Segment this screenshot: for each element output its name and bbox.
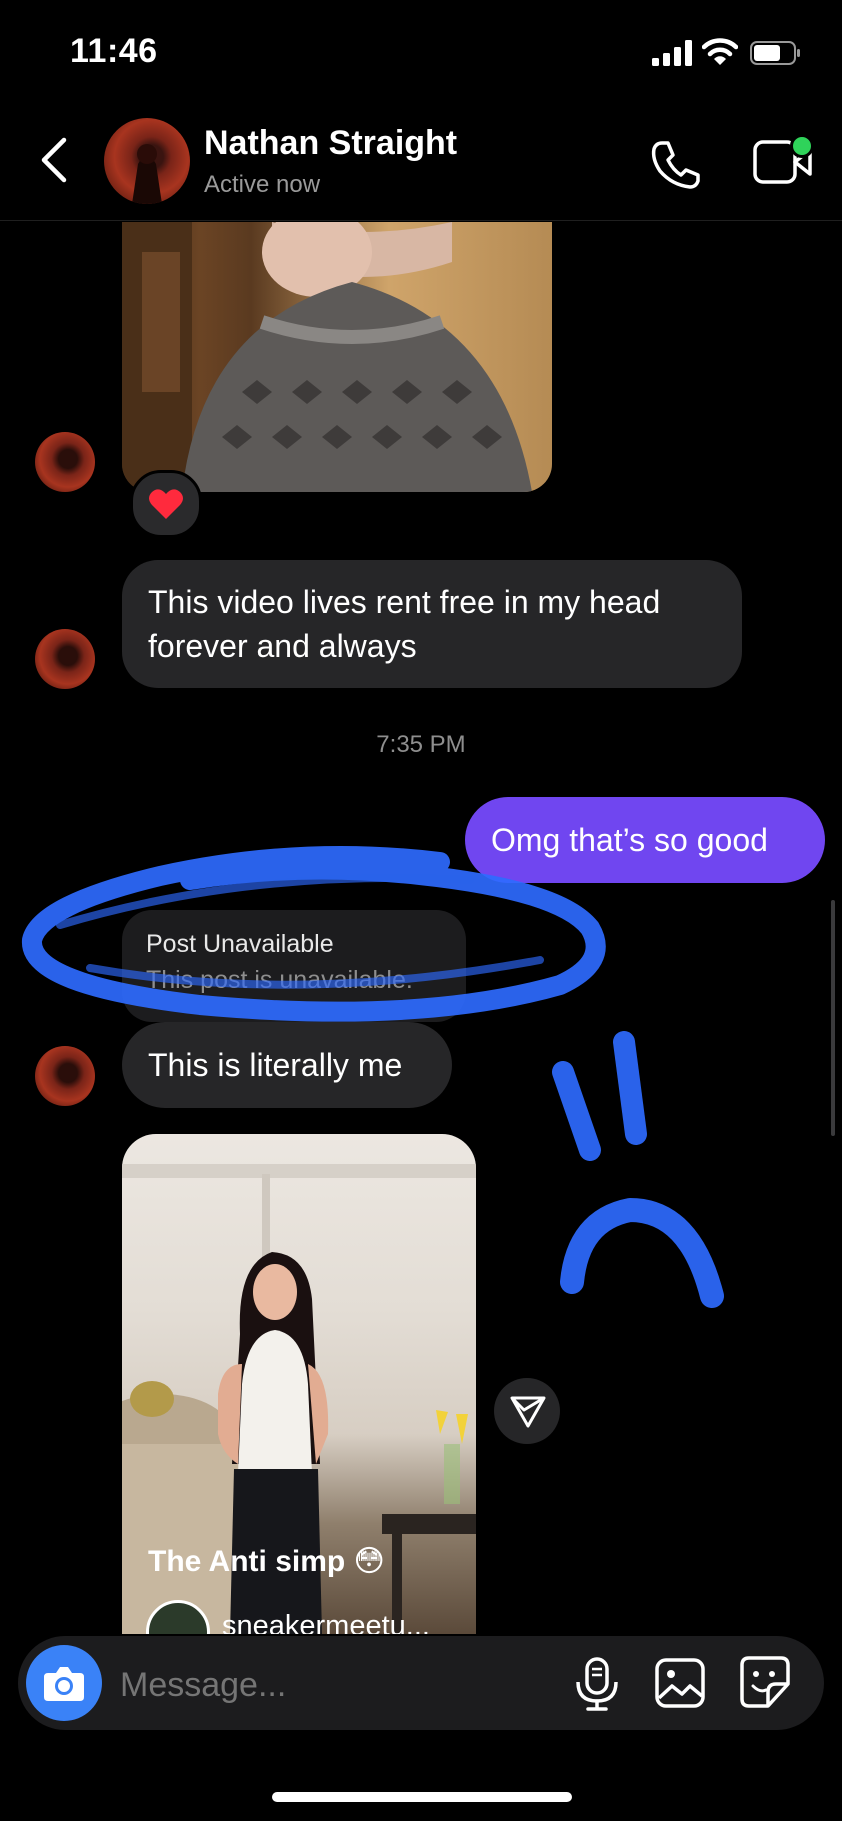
- contact-status: Active now: [204, 171, 321, 198]
- sent-message-bubble[interactable]: Omg that’s so good: [465, 797, 825, 883]
- unavailable-post-subtitle: This post is unavailable.: [146, 966, 413, 994]
- message-text: This video lives rent free in my head fo…: [148, 584, 661, 664]
- shared-reel-preview[interactable]: The Anti simp 😳 sneakermeetu...: [122, 1134, 476, 1634]
- unavailable-post-card[interactable]: Post Unavailable This post is unavailabl…: [122, 910, 466, 1022]
- status-time: 11:46: [70, 32, 158, 70]
- message-timestamp: 7:35 PM: [376, 731, 466, 758]
- sender-avatar[interactable]: [35, 629, 95, 689]
- unavailable-post-title: Post Unavailable: [146, 930, 334, 958]
- message-text: This is literally me: [148, 1047, 403, 1083]
- reel-caption: The Anti simp 😳: [148, 1545, 385, 1578]
- paper-plane-icon: [510, 1396, 546, 1428]
- received-message-bubble[interactable]: This is literally me: [122, 1022, 452, 1108]
- microphone-icon[interactable]: [572, 1656, 622, 1712]
- contact-avatar[interactable]: [104, 118, 190, 204]
- wifi-icon: [702, 38, 738, 65]
- battery-icon: [750, 41, 800, 65]
- phone-call-icon[interactable]: [648, 137, 702, 191]
- online-indicator: [790, 134, 814, 158]
- sender-avatar[interactable]: [35, 432, 95, 492]
- reel-author-username[interactable]: sneakermeetu...: [222, 1610, 430, 1634]
- contact-name[interactable]: Nathan Straight: [204, 124, 457, 163]
- reaction-badge[interactable]: [130, 470, 202, 538]
- camera-icon: [44, 1667, 84, 1701]
- share-button[interactable]: [494, 1378, 560, 1444]
- received-message-bubble[interactable]: This video lives rent free in my head fo…: [122, 560, 742, 688]
- message-input[interactable]: [120, 1661, 480, 1709]
- camera-button[interactable]: [26, 1645, 102, 1721]
- chat-scrollbar[interactable]: [831, 900, 835, 1136]
- cellular-signal-icon: [652, 40, 692, 66]
- sender-avatar[interactable]: [35, 1046, 95, 1106]
- gallery-icon[interactable]: [654, 1656, 706, 1710]
- heart-icon: [149, 489, 183, 519]
- message-text: Omg that’s so good: [491, 822, 768, 858]
- sticker-icon[interactable]: [738, 1654, 792, 1710]
- home-indicator[interactable]: [272, 1792, 572, 1802]
- back-chevron-icon[interactable]: [34, 132, 74, 188]
- shared-video-thumbnail[interactable]: [122, 222, 552, 492]
